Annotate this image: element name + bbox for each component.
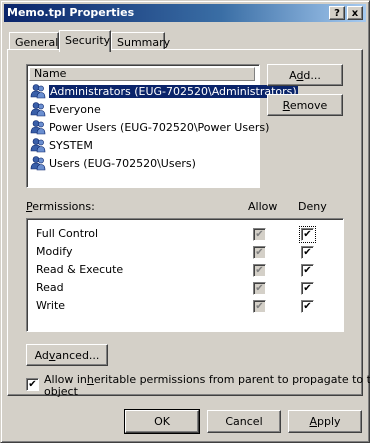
remove-label-post: emove — [289, 98, 328, 112]
user-group-icon — [30, 155, 46, 171]
user-list-item-label: Power Users (EUG-702520\Power Users) — [49, 121, 270, 134]
close-icon: x — [351, 7, 359, 19]
allow-checkbox[interactable]: ✔ — [253, 264, 266, 277]
user-group-icon — [30, 137, 46, 153]
deny-column-header: Deny — [298, 200, 327, 213]
permission-label: Full Control — [36, 227, 99, 240]
user-list-item[interactable]: Power Users (EUG-702520\Power Users) — [30, 119, 269, 137]
allow-checkbox[interactable]: ✔ — [253, 246, 266, 259]
help-button[interactable]: ? — [329, 6, 345, 20]
add-label-post: d... — [303, 68, 321, 82]
ok-button[interactable]: OK — [124, 409, 200, 434]
tab-general-label: General — [15, 36, 59, 49]
deny-checkbox[interactable]: ✔ — [301, 246, 314, 259]
apply-label-post: pply — [317, 415, 341, 428]
tab-summary-label: Summary — [117, 36, 171, 49]
user-list-item[interactable]: Users (EUG-702520\Users) — [30, 155, 196, 173]
user-list-item[interactable]: SYSTEM — [30, 137, 93, 155]
close-button[interactable]: x — [347, 6, 363, 20]
inherit-label-line2: object — [44, 385, 78, 398]
user-list-item[interactable]: Administrators (EUG-702520\Administrator… — [30, 83, 298, 101]
advanced-label-pre: Ad — [34, 348, 49, 362]
remove-label-key: R — [282, 98, 290, 112]
allow-checkbox[interactable]: ✔ — [253, 282, 266, 295]
security-panel: Name Administrators (EUG-702520\Administ… — [7, 49, 370, 398]
user-list-item-label: Everyone — [49, 103, 101, 116]
add-button[interactable]: Add... — [267, 64, 343, 86]
apply-button[interactable]: Apply — [288, 410, 362, 433]
remove-button[interactable]: Remove — [267, 94, 343, 116]
user-list-item-label: Users (EUG-702520\Users) — [49, 157, 196, 170]
tab-security-label: Security — [65, 34, 111, 47]
advanced-label-post: anced... — [55, 348, 100, 362]
user-group-icon — [30, 83, 46, 99]
cancel-button[interactable]: Cancel — [207, 410, 281, 433]
inherit-checkbox[interactable]: ✔ — [26, 378, 39, 391]
check-icon: ✔ — [28, 379, 37, 390]
properties-dialog: Memo.tpl Properties ? x General Security… — [0, 0, 370, 443]
user-list-item[interactable]: Everyone — [30, 101, 101, 119]
inherit-label[interactable]: Allow inheritable permissions from paren… — [44, 374, 370, 398]
allow-column-header: Allow — [248, 200, 278, 213]
user-group-icon — [30, 119, 46, 135]
users-list[interactable]: Name Administrators (EUG-702520\Administ… — [26, 64, 298, 188]
user-group-icon — [30, 101, 46, 117]
title-bar[interactable]: Memo.tpl Properties ? x — [4, 4, 366, 22]
permission-label: Modify — [36, 245, 73, 258]
permission-label: Write — [36, 299, 66, 312]
permission-label: Read & Execute — [36, 263, 124, 276]
allow-checkbox[interactable]: ✔ — [253, 228, 266, 241]
apply-label-key: A — [309, 415, 317, 428]
user-list-item-label: Administrators (EUG-702520\Administrator… — [49, 85, 298, 98]
permission-label: Read — [36, 281, 64, 294]
advanced-button[interactable]: Advanced... — [26, 344, 108, 366]
deny-checkbox[interactable]: ✔ — [299, 226, 316, 243]
allow-checkbox[interactable]: ✔ — [253, 300, 266, 313]
inherit-label-line1: Allow inheritable permissions from paren… — [44, 373, 370, 386]
help-icon: ? — [334, 7, 340, 19]
tab-security[interactable]: Security — [59, 30, 111, 52]
window-title: Memo.tpl Properties — [7, 6, 135, 19]
name-column-header[interactable]: Name — [29, 67, 255, 81]
deny-checkbox[interactable]: ✔ — [301, 300, 314, 313]
deny-checkbox[interactable]: ✔ — [301, 264, 314, 277]
permissions-list[interactable]: Full Control ✔ ✔ Modify ✔ ✔ Read & Execute ✔ ✔ Re… — [26, 218, 344, 332]
permissions-label: Permissions: — [26, 200, 95, 213]
deny-checkbox[interactable]: ✔ — [301, 282, 314, 295]
user-list-item-label: SYSTEM — [49, 139, 93, 152]
